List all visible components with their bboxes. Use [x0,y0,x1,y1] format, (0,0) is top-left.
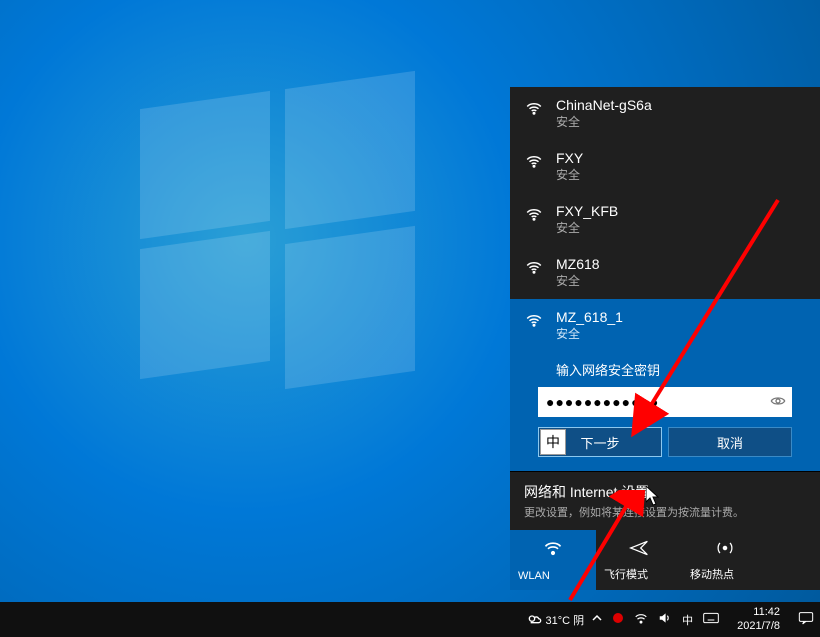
password-prompt-label: 输入网络安全密钥 [556,360,806,379]
wifi-icon [524,152,544,170]
weather-text: 31°C 阴 [546,612,585,628]
mobile-hotspot-tile[interactable]: 移动热点 [682,530,768,590]
network-item[interactable]: FXY 安全 [510,140,820,193]
taskbar: 31°C 阴 中 11:42 2021/7/8 [0,602,820,637]
network-item[interactable]: MZ618 安全 [510,246,820,299]
next-button-label: 下一步 [580,436,619,451]
clock-time: 11:42 [753,606,780,619]
wifi-icon [524,311,544,329]
settings-desc: 更改设置，例如将某连接设置为按流量计费。 [524,504,806,520]
network-name: MZ_618_1 [556,309,623,325]
network-name: ChinaNet-gS6a [556,97,652,113]
tile-label: 飞行模式 [604,566,674,582]
tile-label: 移动热点 [690,566,760,582]
network-item[interactable]: ChinaNet-gS6a 安全 [510,87,820,140]
system-tray: 中 11:42 2021/7/8 [592,606,816,632]
network-status: 安全 [556,113,652,130]
tray-volume-icon[interactable] [658,612,672,627]
network-status: 安全 [556,325,623,342]
network-status: 安全 [556,272,600,289]
tray-chevron-icon[interactable] [592,613,602,626]
weather-icon [526,612,542,628]
airplane-icon [604,538,674,558]
quick-action-tiles: WLAN 飞行模式 移动热点 [510,530,820,590]
airplane-mode-tile[interactable]: 飞行模式 [596,530,682,590]
cancel-button[interactable]: 取消 [668,427,792,457]
tray-keyboard-icon[interactable] [703,612,719,627]
wifi-flyout-panel: ChinaNet-gS6a 安全 FXY 安全 FXY_KFB 安全 MZ618… [510,87,820,590]
tray-ime-indicator[interactable]: 中 [682,612,693,628]
network-status: 安全 [556,166,583,183]
wifi-icon [524,205,544,223]
network-item[interactable]: FXY_KFB 安全 [510,193,820,246]
next-button[interactable]: 中 下一步 [538,427,662,457]
password-field-row [538,387,792,417]
network-name: MZ618 [556,256,600,272]
settings-title: 网络和 Internet 设置 [524,482,806,502]
clock-date: 2021/7/8 [737,620,780,633]
wifi-icon [524,258,544,276]
tray-record-icon[interactable] [612,612,624,627]
password-input[interactable] [538,388,764,416]
network-settings-link[interactable]: 网络和 Internet 设置 更改设置，例如将某连接设置为按流量计费。 [510,471,820,530]
network-name: FXY_KFB [556,203,618,219]
cancel-button-label: 取消 [717,436,743,451]
reveal-password-icon[interactable] [764,395,792,410]
action-center-icon[interactable] [796,611,816,628]
network-status: 安全 [556,219,618,236]
windows-logo [140,100,420,380]
network-name: FXY [556,150,583,166]
weather-widget[interactable]: 31°C 阴 [526,612,585,628]
desktop-background: ChinaNet-gS6a 安全 FXY 安全 FXY_KFB 安全 MZ618… [0,0,820,602]
tile-label: WLAN [518,570,588,582]
network-item-selected: MZ_618_1 安全 输入网络安全密钥 中 下一步 取消 [510,299,820,471]
ime-badge: 中 [540,429,566,455]
taskbar-clock[interactable]: 11:42 2021/7/8 [737,606,780,632]
tray-wifi-icon[interactable] [634,612,648,627]
wlan-tile[interactable]: WLAN [510,530,596,590]
wifi-icon [518,538,588,558]
hotspot-icon [690,538,760,558]
wifi-icon [524,99,544,117]
